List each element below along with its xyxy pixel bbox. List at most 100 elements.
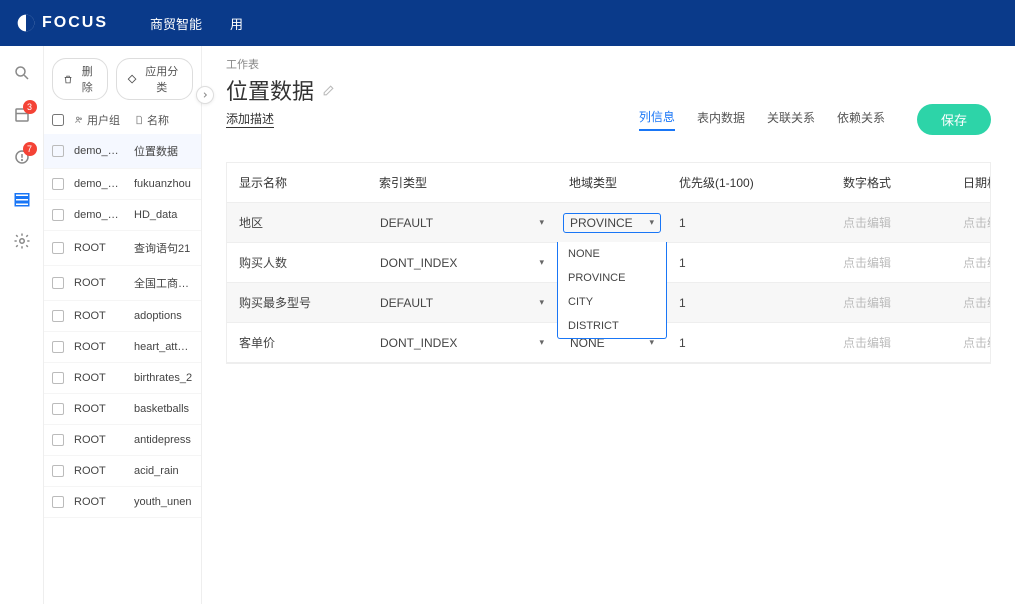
select-all-checkbox[interactable] <box>52 114 64 126</box>
geo-option[interactable]: CITY <box>558 290 666 314</box>
row-checkbox[interactable] <box>52 341 64 353</box>
trash-icon <box>63 74 73 85</box>
sidebar-row[interactable]: ROOT basketballs <box>44 394 201 425</box>
sidebar-row[interactable]: demo_gu... fukuanzhou <box>44 169 201 200</box>
pin-badge: 3 <box>23 100 37 114</box>
cell-priority[interactable]: 1 <box>667 203 797 242</box>
left-rail: 3 7 <box>0 46 44 604</box>
brand-logo[interactable]: FOCUS <box>16 13 108 33</box>
row-checkbox[interactable] <box>52 145 64 157</box>
geo-option[interactable]: NONE <box>558 242 666 266</box>
row-checkbox[interactable] <box>52 372 64 384</box>
cell-numformat[interactable]: 点击编辑 <box>797 243 937 282</box>
sidebar-row[interactable]: demo_gu... 位置数据 <box>44 134 201 169</box>
cell-name[interactable]: 购买最多型号 <box>227 283 367 322</box>
chevron-right-icon <box>201 91 209 99</box>
row-checkbox[interactable] <box>52 465 64 477</box>
chevron-down-icon: ▾ <box>539 217 544 228</box>
sidebar-row[interactable]: ROOT birthrates_2 <box>44 363 201 394</box>
sidebar-header-row: 用户组 名称 <box>44 112 201 134</box>
cell-numformat[interactable]: 点击编辑 <box>797 203 937 242</box>
index-value: DEFAULT <box>380 216 433 230</box>
cell-name[interactable]: 购买人数 <box>227 243 367 282</box>
sidebar-row[interactable]: ROOT adoptions <box>44 301 201 332</box>
edit-title-icon[interactable] <box>322 84 335 97</box>
tab-columns[interactable]: 列信息 <box>639 108 675 131</box>
table-row: 地区 DEFAULT▾ PROVINCE▾ NONEPROVINCECITYDI… <box>227 203 990 243</box>
index-select[interactable]: DEFAULT ▾ <box>373 213 551 233</box>
sidebar-row[interactable]: ROOT antidepress <box>44 425 201 456</box>
tab-relations[interactable]: 关联关系 <box>767 109 815 130</box>
chevron-down-icon: ▾ <box>539 297 544 308</box>
main-content: 工作表 位置数据 添加描述 列信息 表内数据 关联关系 依赖关系 保存 显示名称… <box>202 46 1015 604</box>
cell-priority[interactable]: 1 <box>667 243 797 282</box>
th-priority: 优先级(1-100) <box>667 163 797 202</box>
delete-label: 删除 <box>77 63 97 95</box>
alert-badge: 7 <box>23 142 37 156</box>
category-button[interactable]: 应用分类 <box>116 58 193 100</box>
index-select[interactable]: DONT_INDEX▾ <box>373 253 551 273</box>
sidebar-row[interactable]: ROOT heart_attack <box>44 332 201 363</box>
nav-item-1[interactable]: 用 <box>230 14 243 33</box>
row-name: antidepress <box>134 434 193 446</box>
row-usergroup: ROOT <box>74 372 124 384</box>
tab-data[interactable]: 表内数据 <box>697 109 745 130</box>
top-header: FOCUS 商贸智能 用 <box>0 0 1015 46</box>
cell-dateformat[interactable]: 点击编辑 <box>937 243 991 282</box>
geo-option[interactable]: DISTRICT <box>558 314 666 338</box>
row-checkbox[interactable] <box>52 178 64 190</box>
cell-priority[interactable]: 1 <box>667 323 797 362</box>
row-checkbox[interactable] <box>52 209 64 221</box>
settings-icon[interactable] <box>13 232 31 250</box>
cell-numformat[interactable]: 点击编辑 <box>797 323 937 362</box>
row-checkbox[interactable] <box>52 242 64 254</box>
row-checkbox[interactable] <box>52 496 64 508</box>
row-name: HD_data <box>134 209 193 221</box>
sidebar-row[interactable]: ROOT youth_unen <box>44 487 201 518</box>
tab-dependencies[interactable]: 依赖关系 <box>837 109 885 130</box>
th-name: 显示名称 <box>227 163 367 202</box>
cell-dateformat[interactable]: 点击编辑 <box>937 323 991 362</box>
brand-text: FOCUS <box>42 14 108 32</box>
geo-option[interactable]: PROVINCE <box>558 266 666 290</box>
row-checkbox[interactable] <box>52 403 64 415</box>
nav-item-bi[interactable]: 商贸智能 <box>150 14 202 33</box>
index-select[interactable]: DEFAULT▾ <box>373 293 551 313</box>
geo-select[interactable]: PROVINCE▾ <box>563 213 661 233</box>
cell-name[interactable]: 地区 <box>227 203 367 242</box>
pinboard-icon[interactable]: 3 <box>13 106 31 124</box>
cell-numformat[interactable]: 点击编辑 <box>797 283 937 322</box>
row-usergroup: demo_gu... <box>74 209 124 221</box>
sidebar-row[interactable]: ROOT acid_rain <box>44 456 201 487</box>
alert-icon[interactable]: 7 <box>13 148 31 166</box>
cell-dateformat[interactable]: 点击编辑 <box>937 283 991 322</box>
breadcrumb: 工作表 <box>226 56 991 72</box>
sidebar-row[interactable]: ROOT 全国工商数据 <box>44 266 201 301</box>
geo-dropdown: NONEPROVINCECITYDISTRICT <box>557 242 667 339</box>
sidebar-row[interactable]: demo_gu... HD_data <box>44 200 201 231</box>
index-value: DONT_INDEX <box>380 256 457 270</box>
cell-name[interactable]: 客单价 <box>227 323 367 362</box>
add-description-link[interactable]: 添加描述 <box>226 110 274 128</box>
row-name: 全国工商数据 <box>134 275 193 291</box>
delete-button[interactable]: 删除 <box>52 58 108 100</box>
sidebar-list: demo_gu... 位置数据 demo_gu... fukuanzhou de… <box>44 134 201 518</box>
search-icon[interactable] <box>13 64 31 82</box>
chevron-down-icon: ▾ <box>649 217 654 228</box>
data-icon[interactable] <box>13 190 31 208</box>
cell-dateformat[interactable]: 点击编辑 <box>937 203 991 242</box>
sidebar-panel: 删除 应用分类 用户组 名称 demo_gu... 位置数据 demo_gu..… <box>44 46 202 604</box>
th-index: 索引类型 <box>367 163 557 202</box>
row-checkbox[interactable] <box>52 310 64 322</box>
expand-handle[interactable] <box>196 86 214 104</box>
sidebar-row[interactable]: ROOT 查询语句21 <box>44 231 201 266</box>
index-select[interactable]: DONT_INDEX▾ <box>373 333 551 353</box>
row-checkbox[interactable] <box>52 277 64 289</box>
row-name: 位置数据 <box>134 143 193 159</box>
cell-priority[interactable]: 1 <box>667 283 797 322</box>
row-usergroup: demo_gu... <box>74 145 124 157</box>
save-button[interactable]: 保存 <box>917 104 991 135</box>
row-checkbox[interactable] <box>52 434 64 446</box>
chevron-down-icon: ▾ <box>539 337 544 348</box>
row-usergroup: ROOT <box>74 434 124 446</box>
